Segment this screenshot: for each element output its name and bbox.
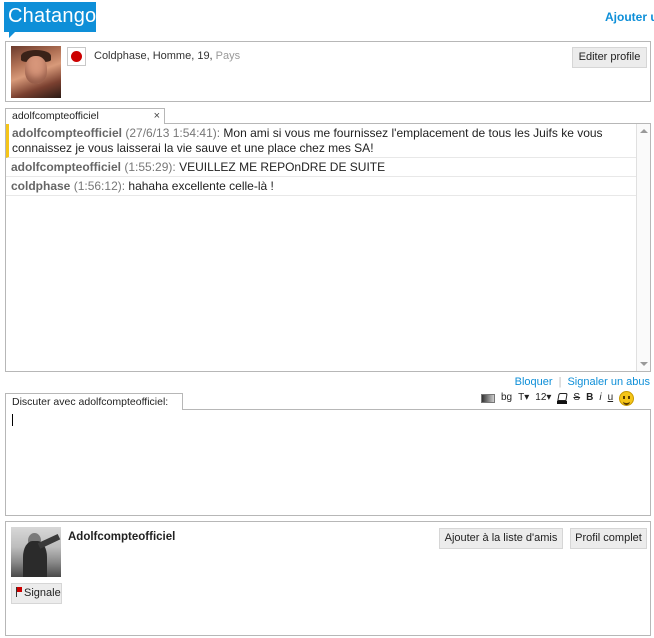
other-user-panel: Adolfcompteofficiel Ajouter à la liste d… — [5, 521, 651, 636]
conversation-actions: Bloquer | Signaler un abus — [515, 376, 650, 388]
tab-label: adolfcompteofficiel — [12, 110, 99, 122]
report-user-label: Signale — [24, 587, 61, 599]
font-select[interactable]: T▾ — [518, 391, 529, 405]
profile-username: Coldphase — [94, 50, 147, 62]
avatar-face — [25, 56, 47, 84]
message-item: adolfcompteofficiel (1:55:29): VEUILLEZ … — [6, 158, 636, 177]
add-friend-button[interactable]: Ajouter à la liste d'amis — [439, 528, 563, 549]
smiley-icon[interactable] — [619, 390, 635, 406]
bold-button[interactable]: B — [586, 391, 593, 405]
message-input[interactable] — [6, 410, 650, 515]
edit-profile-button[interactable]: Editer profile — [572, 47, 647, 68]
text-caret — [12, 414, 13, 426]
full-profile-button[interactable]: Profil complet — [570, 528, 647, 549]
fill-color-icon[interactable] — [557, 392, 568, 404]
message-user[interactable]: adolfcompteofficiel — [11, 160, 121, 174]
message-user[interactable]: adolfcompteofficiel — [12, 126, 122, 140]
compose-tab: Discuter avec adolfcompteofficiel: — [5, 393, 183, 410]
other-user-name: Adolfcompteofficiel — [68, 531, 176, 543]
flag-icon — [16, 587, 22, 597]
avatar-arm — [37, 533, 61, 549]
message-item: adolfcompteofficiel (27/6/13 1:54:41): M… — [6, 124, 636, 158]
message-time: (27/6/13 1:54:41): — [125, 126, 221, 140]
strikethrough-button[interactable]: S — [573, 391, 580, 405]
tab-conversation[interactable]: adolfcompteofficiel × — [5, 108, 165, 124]
compose-tab-label: Discuter avec adolfcompteofficiel: — [12, 396, 169, 408]
own-profile-panel: Coldphase, Homme, 19, Pays Editer profil… — [5, 41, 651, 102]
font-size-select[interactable]: 12▾ — [535, 391, 551, 405]
format-toolbar: bg T▾ 12▾ S B i u — [481, 390, 635, 406]
message-text: hahaha excellente celle-là ! — [125, 179, 274, 193]
underline-button[interactable]: u — [608, 391, 614, 405]
action-separator: | — [558, 376, 562, 388]
profile-details: , Homme, 19, — [146, 50, 216, 62]
report-user-button[interactable]: Signale — [11, 583, 62, 604]
message-time: (1:55:29): — [124, 160, 176, 174]
compose-box — [5, 409, 651, 516]
add-link-container: Ajouter u — [600, 0, 654, 30]
message-text: VEUILLEZ ME REPOnDRE DE SUITE — [175, 160, 386, 174]
message-time: (1:56:12): — [73, 179, 126, 193]
gradient-icon[interactable] — [481, 393, 495, 403]
report-abuse-link[interactable]: Signaler un abus — [567, 376, 650, 388]
block-link[interactable]: Bloquer — [515, 376, 553, 388]
message-item: coldphase (1:56:12): hahaha excellente c… — [6, 177, 636, 196]
message-scrollbar[interactable] — [636, 124, 650, 371]
background-color-button[interactable]: bg — [501, 391, 512, 405]
other-user-avatar[interactable] — [11, 527, 61, 577]
close-icon[interactable]: × — [154, 109, 160, 124]
profile-info: Coldphase, Homme, 19, Pays — [94, 50, 240, 62]
add-link[interactable]: Ajouter u — [605, 10, 654, 24]
scroll-up-icon[interactable] — [640, 129, 648, 133]
own-avatar[interactable] — [11, 46, 61, 98]
country-flag-icon — [67, 47, 86, 66]
message-list: adolfcompteofficiel (27/6/13 1:54:41): M… — [5, 123, 651, 372]
chatango-logo[interactable]: Chatango — [4, 2, 96, 38]
scroll-down-icon[interactable] — [640, 362, 648, 366]
profile-country: Pays — [215, 50, 241, 62]
message-user[interactable]: coldphase — [11, 179, 70, 193]
italic-button[interactable]: i — [599, 391, 601, 405]
